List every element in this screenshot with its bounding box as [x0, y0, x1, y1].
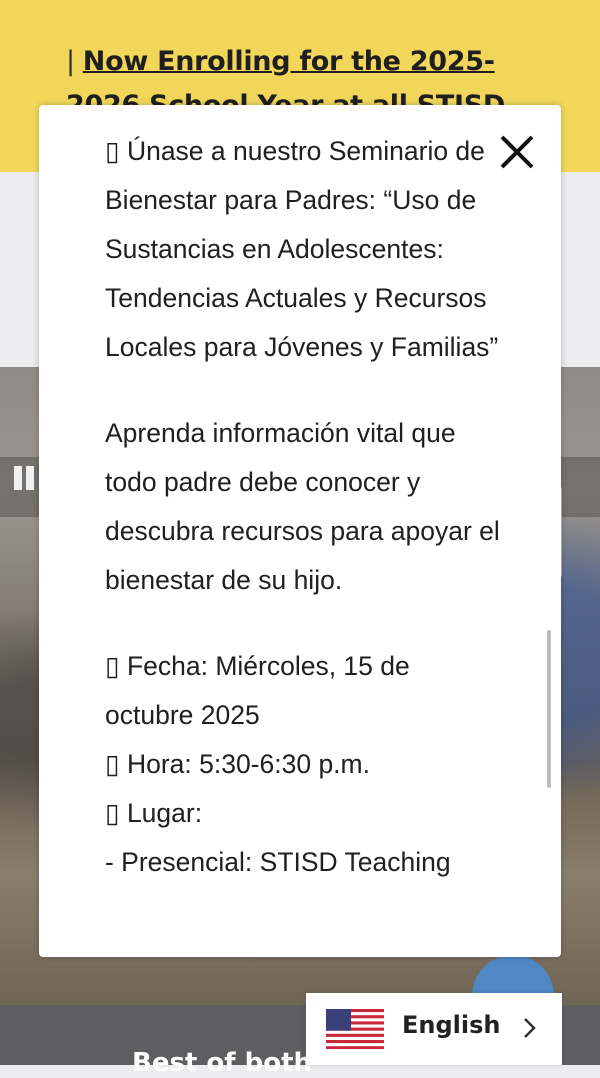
modal-content: ▯ Únase a nuestro Seminario de Bienestar…	[105, 127, 505, 887]
close-icon	[500, 135, 534, 169]
modal-place: ▯ Lugar:	[105, 798, 203, 828]
modal-paragraph-info: Aprenda información vital que todo padre…	[105, 418, 500, 595]
modal-paragraph-seminar: ▯ Únase a nuestro Seminario de Bienestar…	[105, 136, 499, 362]
modal-inperson: - Presencial: STISD Teaching	[105, 847, 451, 877]
modal-date: ▯ Fecha: Miércoles, 15 de octubre 2025	[105, 651, 410, 730]
banner-separator: |	[66, 46, 75, 77]
chevron-right-icon	[524, 1018, 536, 1038]
announcement-modal: ▯ Únase a nuestro Seminario de Bienestar…	[39, 105, 561, 957]
footer-title: Best of both	[132, 1048, 313, 1078]
modal-scrollbar[interactable]	[547, 630, 551, 788]
language-label: English	[402, 1011, 501, 1039]
pause-icon[interactable]	[14, 466, 40, 492]
us-flag-icon	[326, 1009, 384, 1049]
language-selector[interactable]: English	[306, 993, 562, 1065]
modal-time: ▯ Hora: 5:30-6:30 p.m.	[105, 749, 370, 779]
close-button[interactable]	[498, 133, 536, 171]
